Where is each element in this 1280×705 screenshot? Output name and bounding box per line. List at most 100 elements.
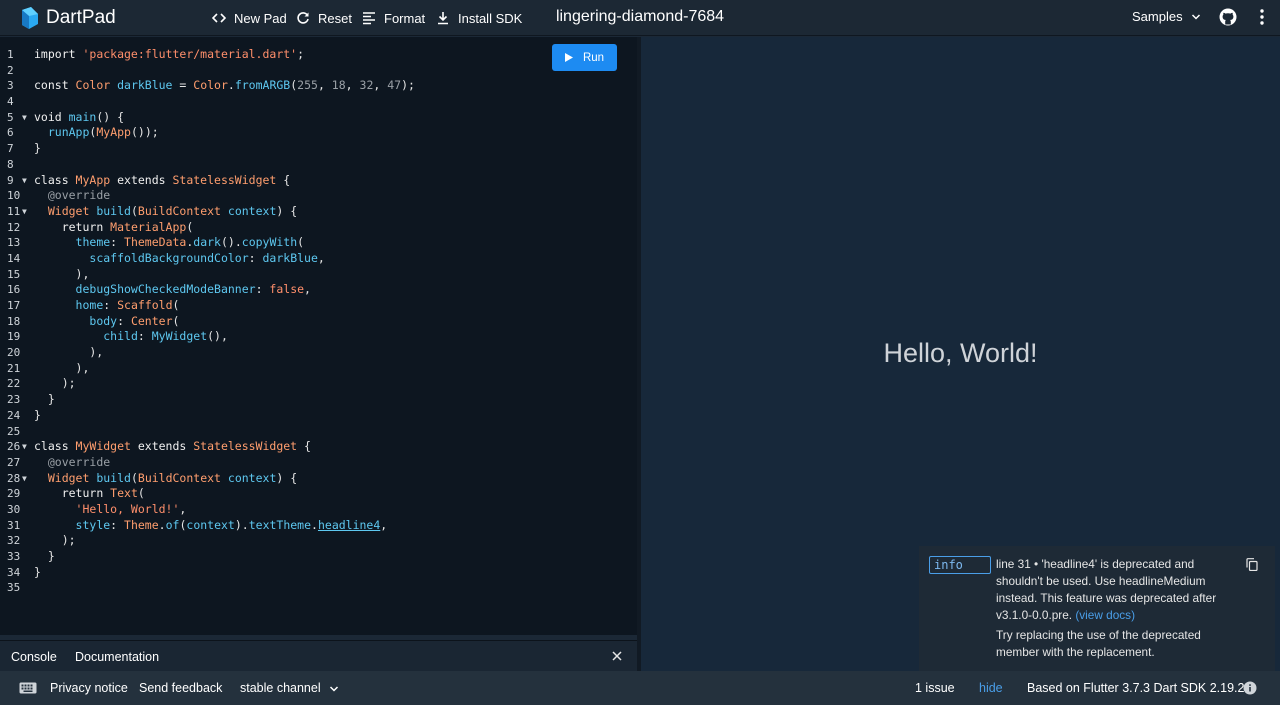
- code-token: }: [34, 141, 41, 156]
- format-button[interactable]: Format: [362, 9, 425, 27]
- fold-arrow-icon[interactable]: ▼: [22, 471, 34, 487]
- top-bar: DartPad New Pad Reset Format Install SDK…: [0, 0, 1280, 36]
- code-line[interactable]: 19 child: MyWidget (),: [0, 329, 637, 345]
- code-line[interactable]: 33 }: [0, 549, 637, 565]
- send-feedback-link[interactable]: Send feedback: [139, 681, 222, 695]
- fold-arrow-icon[interactable]: ▼: [22, 204, 34, 220]
- code-token: void: [34, 109, 69, 124]
- close-icon[interactable]: [611, 650, 623, 662]
- code-line[interactable]: 27 @override: [0, 455, 637, 471]
- line-number: 10: [7, 189, 21, 203]
- code-line[interactable]: 6 runApp(MyApp ());: [0, 125, 637, 141]
- fold-gutter: [22, 298, 34, 314]
- line-number: 9: [7, 173, 14, 187]
- code-line[interactable]: 21 ),: [0, 361, 637, 377]
- code-line[interactable]: 22 );: [0, 376, 637, 392]
- privacy-notice-link[interactable]: Privacy notice: [50, 681, 128, 695]
- line-number: 8: [7, 157, 14, 171]
- chevron-down-icon[interactable]: [329, 684, 339, 694]
- tab-console[interactable]: Console: [11, 650, 57, 664]
- fold-gutter: [22, 502, 34, 518]
- line-number: 18: [7, 314, 21, 328]
- code-token: .: [158, 517, 166, 532]
- view-docs-link[interactable]: (view docs): [1075, 608, 1135, 622]
- code-line[interactable]: 28 ▼ Widget build(BuildContext context) {: [0, 471, 637, 487]
- code-line[interactable]: 29 return Text(: [0, 486, 637, 502]
- code-line[interactable]: 3 const Color darkBlue = Color. fromARGB(2…: [0, 78, 637, 94]
- code-token: false: [269, 282, 305, 297]
- fold-gutter: [22, 78, 34, 94]
- line-number: 26: [7, 440, 21, 454]
- more-vert-icon[interactable]: [1254, 8, 1270, 26]
- fold-arrow-icon[interactable]: ▼: [22, 110, 34, 126]
- issue-count[interactable]: 1 issue: [915, 681, 955, 695]
- code-line[interactable]: 25: [0, 424, 637, 440]
- code-line[interactable]: 15 ),: [0, 267, 637, 283]
- code-line[interactable]: 10 @override: [0, 188, 637, 204]
- code-token: Widget: [47, 203, 97, 218]
- line-number: 20: [7, 346, 21, 360]
- code-line[interactable]: 17 home: Scaffold(: [0, 298, 637, 314]
- run-button[interactable]: Run: [552, 44, 617, 71]
- keyboard-icon[interactable]: [19, 682, 37, 694]
- code-token: Center: [130, 313, 173, 328]
- fold-arrow-icon[interactable]: ▼: [22, 173, 34, 189]
- code-line[interactable]: 4: [0, 94, 637, 110]
- code-line[interactable]: 8: [0, 157, 637, 173]
- code-editor[interactable]: 1 import 'package:flutter/material.dart';…: [0, 37, 637, 635]
- channel-selector[interactable]: stable channel: [240, 681, 321, 695]
- fold-gutter: [22, 361, 34, 377]
- code-token: .: [186, 235, 194, 250]
- line-number: 14: [7, 251, 21, 265]
- code-lines[interactable]: 1 import 'package:flutter/material.dart';…: [0, 47, 637, 596]
- code-line[interactable]: 30 'Hello, World!',: [0, 502, 637, 518]
- code-token: Color: [193, 78, 228, 93]
- code-token: MaterialApp: [110, 219, 187, 234]
- issue-fix-suggestion: Try replacing the use of the deprecated …: [996, 628, 1201, 659]
- format-align-icon: [363, 12, 375, 25]
- code-line[interactable]: 11 ▼ Widget build(BuildContext context) {: [0, 204, 637, 220]
- code-line[interactable]: 7}: [0, 141, 637, 157]
- code-line[interactable]: 14 scaffoldBackgroundColor: darkBlue,: [0, 251, 637, 267]
- code-line[interactable]: 23 }: [0, 392, 637, 408]
- code-line[interactable]: 20 ),: [0, 345, 637, 361]
- code-line[interactable]: 16 debugShowCheckedModeBanner: false,: [0, 282, 637, 298]
- code-line[interactable]: 32 );: [0, 533, 637, 549]
- code-line[interactable]: 24}: [0, 408, 637, 424]
- line-number: 35: [7, 581, 21, 595]
- code-token: BuildContext: [137, 470, 228, 485]
- code-line[interactable]: 5 ▼ void main() {: [0, 110, 637, 126]
- fold-gutter: [22, 329, 34, 345]
- code-line[interactable]: 35: [0, 580, 637, 596]
- code-token: (: [186, 219, 194, 234]
- code-line[interactable]: 18 body: Center(: [0, 314, 637, 330]
- samples-dropdown[interactable]: Samples: [1132, 9, 1201, 24]
- fold-gutter: [22, 408, 34, 424]
- code-line[interactable]: 31 style: Theme. of(context). textTheme. he…: [0, 518, 637, 534]
- console-bar: Console Documentation: [0, 640, 637, 671]
- github-icon[interactable]: [1219, 8, 1237, 26]
- code-token: build: [96, 470, 131, 485]
- info-icon[interactable]: [1243, 681, 1257, 695]
- copy-icon[interactable]: [1246, 558, 1258, 571]
- code-line[interactable]: 1 import 'package:flutter/material.dart';: [0, 47, 637, 63]
- line-number: 30: [7, 502, 21, 516]
- hide-issues-link[interactable]: hide: [979, 681, 1003, 695]
- brand[interactable]: DartPad: [18, 6, 116, 30]
- code-token: .: [227, 78, 235, 93]
- new-pad-button[interactable]: New Pad: [212, 9, 287, 27]
- tab-documentation[interactable]: Documentation: [75, 650, 159, 664]
- code-line[interactable]: 26 ▼ class MyWidget extends StatelessWidge…: [0, 439, 637, 455]
- code-line[interactable]: 13 theme: ThemeData. dark (). copyWith(: [0, 235, 637, 251]
- code-line[interactable]: 9 ▼ class MyApp extends StatelessWidget {: [0, 173, 637, 189]
- reset-button[interactable]: Reset: [296, 9, 352, 27]
- code-line[interactable]: 34}: [0, 565, 637, 581]
- line-number: 4: [7, 95, 14, 109]
- fold-arrow-icon[interactable]: ▼: [22, 439, 34, 455]
- code-line[interactable]: 12 return MaterialApp(: [0, 220, 637, 236]
- code-token: class: [34, 439, 76, 454]
- code-line[interactable]: 2: [0, 63, 637, 79]
